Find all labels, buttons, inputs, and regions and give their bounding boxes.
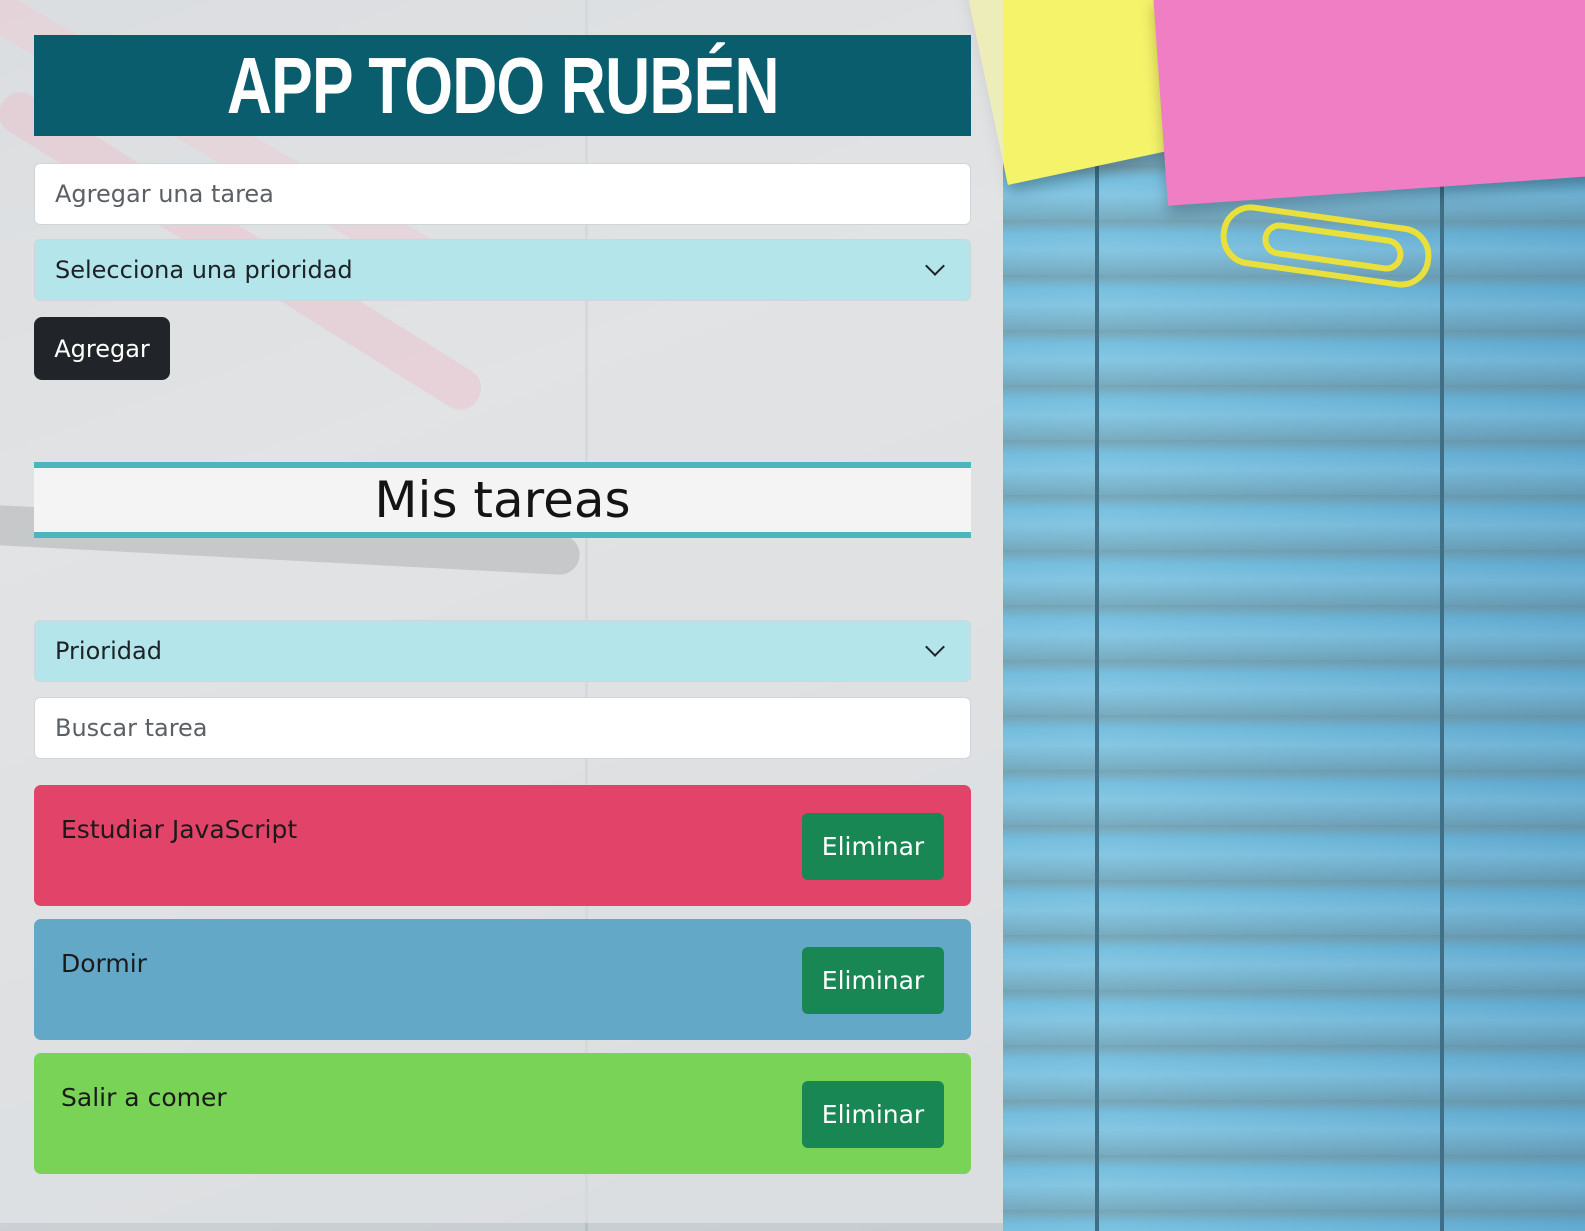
chevron-down-icon <box>925 637 945 657</box>
sticky-note-pink <box>1153 0 1585 206</box>
priority-filter-value: Prioridad <box>55 637 162 665</box>
tasks-heading: Mis tareas <box>34 462 971 538</box>
search-input[interactable] <box>34 697 971 759</box>
app-title: APP TODO RUBÉN <box>226 40 780 130</box>
task-input-field[interactable] <box>55 180 950 208</box>
delete-button[interactable]: Eliminar <box>802 947 944 1014</box>
priority-filter-select[interactable]: Prioridad <box>34 620 971 682</box>
add-button[interactable]: Agregar <box>34 317 170 380</box>
task-input[interactable] <box>34 163 971 225</box>
delete-button[interactable]: Eliminar <box>802 1081 944 1148</box>
chevron-down-icon <box>925 256 945 276</box>
task-item: Salir a comer Eliminar <box>34 1053 971 1174</box>
delete-button[interactable]: Eliminar <box>802 813 944 880</box>
task-name: Estudiar JavaScript <box>61 815 298 844</box>
tasks-heading-text: Mis tareas <box>374 471 631 529</box>
task-name: Salir a comer <box>61 1083 227 1112</box>
priority-select[interactable]: Selecciona una prioridad <box>34 239 971 301</box>
task-name: Dormir <box>61 949 147 978</box>
app-header: APP TODO RUBÉN <box>34 35 971 136</box>
task-item: Estudiar JavaScript Eliminar <box>34 785 971 906</box>
search-input-field[interactable] <box>55 714 950 742</box>
priority-select-value: Selecciona una prioridad <box>55 256 353 284</box>
task-item: Dormir Eliminar <box>34 919 971 1040</box>
